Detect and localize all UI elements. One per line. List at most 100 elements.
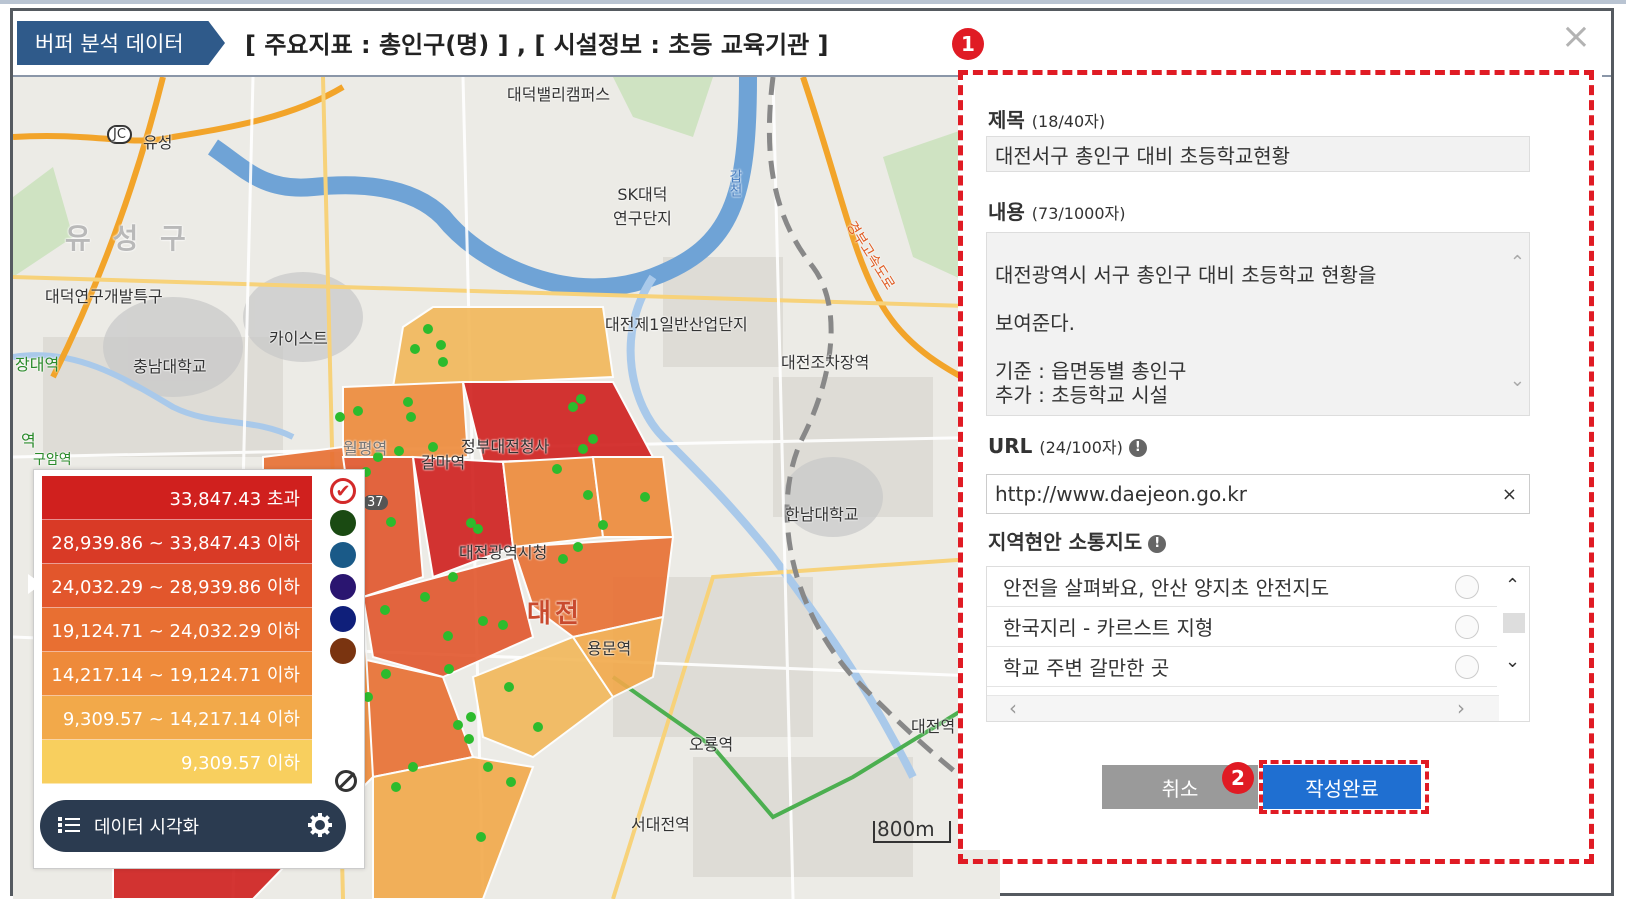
title-label: 제목 [988,108,1025,132]
color-swatch[interactable] [330,510,356,536]
list-vertical-scrollbar[interactable]: ⌃ ⌄ [1497,567,1529,695]
url-text: http://www.daejeon.go.kr [995,482,1247,506]
map-label-city-hall: 대전광역시청 [459,543,548,562]
map-label-guam: 구암역 [33,452,72,468]
list-horizontal-scrollbar[interactable]: ‹ › [987,695,1499,721]
title-input[interactable]: 대전서구 총인구 대비 초등학교현황 [986,136,1530,172]
map-label-jochajang: 대전조차장역 [781,353,870,372]
legend-label: 9,309.57 이하 [181,752,300,774]
map-label-gov-complex: 정부대전청사 [461,437,550,456]
map-label-cnu: 충남대학교 [133,357,207,376]
map-label-daedeok-valley: 대덕밸리캠퍼스 [507,85,611,104]
content-char-count: (73/1000자) [1031,204,1126,223]
legend-label: 28,939.86 ~ 33,847.43 이하 [51,532,300,554]
map-label-station-small: 역 [21,431,36,450]
map-label-oryong: 오룡역 [689,735,734,754]
url-char-count: (24/100자) [1039,438,1123,457]
scroll-down-icon[interactable]: ⌄ [1505,651,1520,672]
url-field-label: URL (24/100자)! [988,434,1147,458]
color-swatch[interactable] [330,606,356,632]
content-label: 내용 [988,200,1025,224]
map-label-galma: 갈마역 [421,453,466,472]
submit-highlight-box [1259,760,1429,814]
map-label-jc: JC [107,125,132,144]
color-swatch-selected[interactable]: ✔ [330,478,356,504]
info-icon[interactable]: ! [1128,439,1147,457]
gear-icon[interactable] [308,813,332,837]
map-field-label: 지역현안 소통지도! [988,526,1167,555]
radio-button[interactable] [1455,614,1479,639]
clear-icon[interactable]: × [1502,484,1517,505]
content-text: 대전광역시 서구 총인구 대비 초등학교 현황을 보여준다. 기준 : 읍면동별… [995,263,1377,407]
map-label-daejeon-station: 대전역 [911,717,956,736]
data-visualization-button[interactable]: 데이터 시각화 [40,800,346,852]
url-input[interactable]: http://www.daejeon.go.kr × [986,474,1530,514]
legend-label: 9,309.57 ~ 14,217.14 이하 [62,708,300,730]
radio-button[interactable] [1455,574,1479,599]
scroll-up-icon[interactable]: ⌃ [1510,251,1525,275]
map-select-label: 지역현안 소통지도 [988,530,1143,554]
content-textarea[interactable]: 대전광역시 서구 총인구 대비 초등학교 현황을 보여준다. 기준 : 읍면동별… [986,232,1530,416]
map-label-daedeok-special: 대덕연구개발특구 [45,287,163,306]
list-item[interactable]: 안전을 살펴봐요, 안산 양지초 안전지도 [987,567,1497,607]
map-label-gapcheon: 갑천 [727,169,743,197]
close-icon[interactable]: × [1561,19,1591,55]
map-label-hannam: 한남대학교 [785,505,859,524]
data-visualization-label: 데이터 시각화 [94,817,200,838]
map-label-sk: SK대덕 연구단지 [613,185,672,228]
step-marker-2: 2 [1222,762,1254,794]
map-label-daejeon-district: 대전 [527,599,583,629]
info-icon[interactable]: ! [1148,535,1167,553]
scroll-down-icon[interactable]: ⌄ [1510,369,1525,393]
list-item-label: 학교 주변 갈만한 곳 [1003,656,1170,680]
legend-label: 24,032.29 ~ 28,939.86 이하 [51,576,300,598]
title-field-label: 제목 (18/40자) [988,104,1105,133]
header-badge: 버퍼 분석 데이터 [17,21,225,65]
legend-row[interactable]: 9,309.57 이하 [42,740,312,784]
scroll-left-icon[interactable]: ‹ [1009,696,1017,720]
legend-selected-pointer-icon [28,574,42,594]
map-label-yongmun: 용문역 [587,639,632,658]
window-top-border [0,0,1626,4]
scroll-thumb[interactable] [1503,613,1525,633]
color-swatch[interactable] [330,638,356,664]
map-view[interactable]: 대덕밸리캠퍼스 JC 유성 유 성 구 SK대덕 연구단지 대덕연구개발특구 카… [13,77,1000,899]
map-label-jangdae: 장대역 [15,355,60,374]
legend-row[interactable]: 14,217.14 ~ 19,124.71 이하 [42,652,312,696]
no-color-icon[interactable] [335,770,357,792]
dialog-title: [ 주요지표 : 총인구(명) ] , [ 시설정보 : 초등 교육기관 ] [245,31,829,59]
check-icon: ✔ [335,480,351,502]
url-label: URL [988,434,1033,458]
list-item[interactable]: 학교 주변 갈만한 곳 [987,647,1497,687]
legend-row[interactable]: 24,032.29 ~ 28,939.86 이하 [42,564,312,608]
legend-label: 19,124.71 ~ 24,032.29 이하 [51,620,300,642]
color-swatch[interactable] [330,574,356,600]
list-item[interactable]: 한국지리 - 카르스트 지형 [987,607,1497,647]
legend-row[interactable]: 9,309.57 ~ 14,217.14 이하 [42,696,312,740]
content-field-label: 내용 (73/1000자) [988,196,1125,225]
map-legend: 33,847.43 초과 28,939.86 ~ 33,847.43 이하 24… [28,469,365,869]
title-char-count: (18/40자) [1031,112,1106,131]
form-highlight-box [958,70,1594,864]
community-map-list: 안전을 살펴봐요, 안산 양지초 안전지도 한국지리 - 카르스트 지형 학교 … [986,566,1530,722]
legend-label: 14,217.14 ~ 19,124.71 이하 [51,664,300,686]
legend-row[interactable]: 19,124.71 ~ 24,032.29 이하 [42,608,312,652]
legend-row[interactable]: 33,847.43 초과 [42,476,312,520]
legend-row[interactable]: 28,939.86 ~ 33,847.43 이하 [42,520,312,564]
map-label-seodaejeon: 서대전역 [631,815,690,834]
list-item-label: 한국지리 - 카르스트 지형 [1003,616,1214,640]
map-label-industrial: 대전제1일반산업단지 [605,315,748,334]
step-marker-1: 1 [952,28,984,60]
map-label-route-37: 37 [363,495,388,510]
scroll-up-icon[interactable]: ⌃ [1505,575,1520,596]
legend-label: 33,847.43 초과 [169,488,300,510]
scroll-right-icon[interactable]: › [1457,696,1465,720]
map-scale-label: 800m [877,817,935,841]
radio-button[interactable] [1455,654,1479,679]
map-label-wolpyeong: 월평역 [343,439,388,458]
color-swatch[interactable] [330,542,356,568]
list-item-label: 안전을 살펴봐요, 안산 양지초 안전지도 [1003,576,1330,600]
map-label-kaist: 카이스트 [269,329,328,348]
list-icon [58,816,80,834]
map-label-yuseong: 유성 [143,133,173,152]
